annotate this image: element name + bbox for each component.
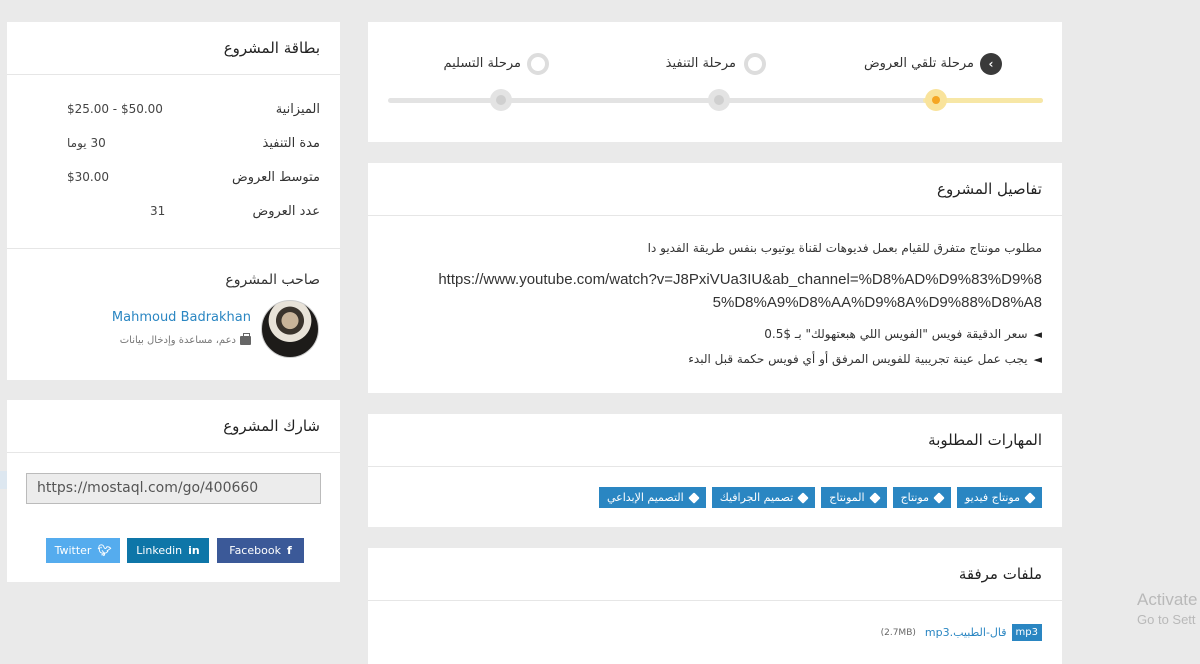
details-title: تفاصيل المشروع [368, 163, 1062, 216]
bullet-arrow-icon: ◄ [1033, 353, 1042, 366]
skills-title: المهارات المطلوبة [368, 414, 1062, 467]
skill-label: مونتاج [900, 491, 929, 504]
share-buttons: Twitter 🐦︎ Linkedin in Facebook f [7, 538, 340, 563]
facebook-label: Facebook [229, 544, 281, 557]
attachment-item[interactable]: mp3 قال-الطبيب.mp3 (2.7MB) [881, 624, 1042, 641]
share-url-field[interactable]: https://mostaql.com/go/400660 [26, 473, 321, 504]
skills-list: مونتاج فيديو مونتاج المونتاج تصميم الجرا… [598, 487, 1042, 508]
skill-tag[interactable]: التصميم الإبداعي [598, 487, 706, 508]
bullet-item: ◄ يجب عمل عينة تجريبية للفويس المرفق أو أ… [688, 352, 1042, 366]
owner-name-link[interactable]: Mahmoud Badrakhan [112, 310, 251, 325]
project-details-card: تفاصيل المشروع مطلوب مونتاج متفرق للقيام… [368, 163, 1062, 393]
skills-card: المهارات المطلوبة مونتاج فيديو مونتاج ال… [368, 414, 1062, 527]
project-card-title: بطاقة المشروع [7, 22, 340, 75]
budget-value: $25.00 - $50.00 [67, 102, 163, 116]
attachments-title: ملفات مرفقة [368, 548, 1062, 601]
stage-marker-active [925, 89, 947, 111]
divider [7, 248, 340, 249]
facebook-share-button[interactable]: Facebook f [217, 538, 304, 563]
linkedin-label: Linkedin [136, 544, 183, 557]
owner-title: صاحب المشروع [225, 272, 320, 288]
budget-label: الميزانية [275, 102, 320, 117]
stage-pending-icon [744, 53, 766, 75]
file-name-link[interactable]: قال-الطبيب.mp3 [925, 626, 1007, 639]
bullet-text: يجب عمل عينة تجريبية للفويس المرفق أو أي… [688, 352, 1028, 366]
project-card: بطاقة المشروع الميزانية $25.00 - $50.00 … [7, 22, 340, 380]
share-card: شارك المشروع https://mostaql.com/go/4006… [7, 400, 340, 582]
bids-count-value: 31 [150, 204, 166, 218]
project-description: مطلوب مونتاج متفرق للقيام بعمل فديوهات ل… [647, 241, 1042, 255]
stage-marker [708, 89, 730, 111]
skill-label: التصميم الإبداعي [606, 491, 684, 504]
owner-role: دعم، مساعدة وإدخال بيانات [119, 333, 251, 346]
skill-label: تصميم الجرافيك [719, 491, 794, 504]
stage-execution: مرحلة التنفيذ [665, 56, 736, 71]
bullet-text: سعر الدقيقة فويس "الفويس اللي هبعتهولك" … [764, 327, 1028, 341]
avg-bids-label: متوسط العروض [232, 170, 320, 185]
duration-row: مدة التنفيذ 30 يوما [7, 136, 340, 156]
twitter-share-button[interactable]: Twitter 🐦︎ [46, 538, 120, 563]
tag-icon [868, 491, 881, 504]
owner-avatar[interactable] [261, 300, 319, 358]
tag-icon [1024, 491, 1036, 504]
skill-tag[interactable]: تصميم الجرافيك [711, 487, 816, 508]
budget-row: الميزانية $25.00 - $50.00 [7, 102, 340, 122]
duration-label: مدة التنفيذ [262, 136, 320, 151]
facebook-icon: f [286, 544, 292, 557]
project-stages-card: ‹ مرحلة تلقي العروض مرحلة التنفيذ مرحلة … [368, 22, 1062, 142]
skill-label: مونتاج فيديو [965, 491, 1020, 504]
skill-tag[interactable]: مونتاج فيديو [957, 487, 1042, 508]
reference-url: https://www.youtube.com/watch?v=J8PxiVUa… [438, 271, 1042, 311]
linkedin-icon: in [188, 544, 200, 557]
avg-bids-row: متوسط العروض $30.00 [7, 170, 340, 190]
stage-receiving-bids: مرحلة تلقي العروض [863, 56, 974, 71]
activate-line2: Go to Sett [1137, 612, 1196, 627]
bids-count-row: عدد العروض 31 [7, 204, 340, 224]
skill-tag[interactable]: المونتاج [821, 487, 887, 508]
skill-tag[interactable]: مونتاج [892, 487, 951, 508]
tag-icon [797, 491, 809, 504]
tag-icon [688, 491, 700, 504]
stage-marker [490, 89, 512, 111]
activate-windows-watermark: Activate Go to Sett [1137, 590, 1197, 627]
share-card-title: شارك المشروع [7, 400, 340, 453]
twitter-icon: 🐦︎ [97, 544, 112, 557]
bids-count-label: عدد العروض [252, 204, 320, 219]
tag-icon [933, 491, 945, 504]
stage-pending-icon [527, 53, 549, 75]
duration-value: 30 يوما [67, 136, 106, 150]
owner-role-text: دعم، مساعدة وإدخال بيانات [119, 335, 236, 346]
chevron-left-icon: ‹ [980, 53, 1002, 75]
avg-bids-value: $30.00 [67, 170, 109, 184]
file-size: (2.7MB) [880, 627, 916, 638]
bullet-arrow-icon: ◄ [1033, 328, 1042, 341]
activate-line1: Activate [1137, 590, 1198, 609]
twitter-label: Twitter [54, 544, 92, 557]
linkedin-share-button[interactable]: Linkedin in [127, 538, 209, 563]
briefcase-icon [240, 333, 251, 345]
bullet-item: ◄ سعر الدقيقة فويس "الفويس اللي هبعتهولك"… [764, 327, 1042, 341]
skill-label: المونتاج [829, 491, 865, 504]
file-type-badge: mp3 [1011, 624, 1042, 641]
stage-delivery: مرحلة التسليم [443, 56, 521, 71]
attachments-card: ملفات مرفقة mp3 قال-الطبيب.mp3 (2.7MB) [368, 548, 1062, 664]
